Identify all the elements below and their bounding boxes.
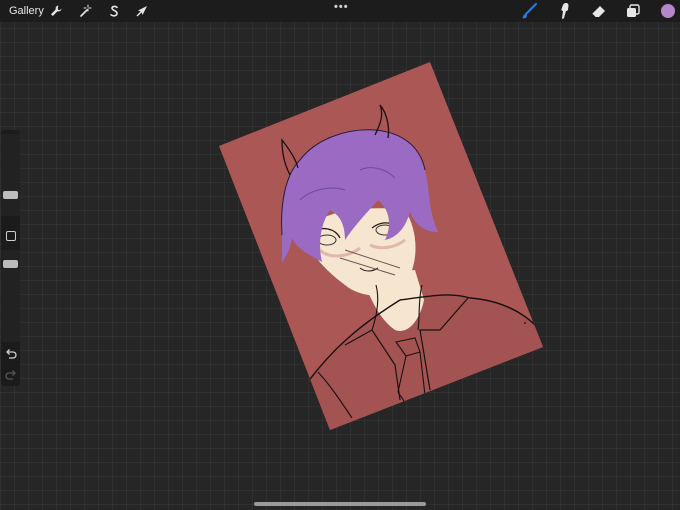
- home-indicator: [254, 502, 426, 506]
- drawing-canvas[interactable]: [0, 0, 680, 510]
